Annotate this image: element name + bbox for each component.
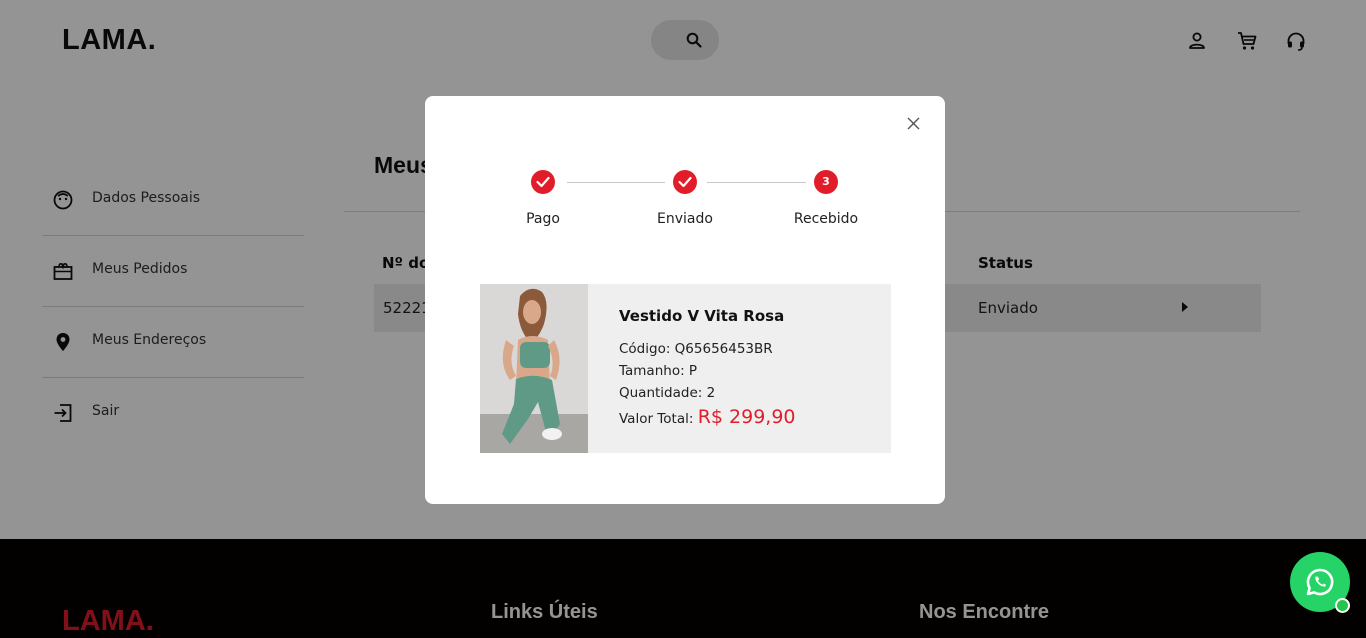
step-recebido: 3 Recebido: [766, 170, 886, 230]
total-label: Valor Total:: [619, 411, 694, 427]
product-quantity: Quantidade: 2: [619, 385, 716, 401]
product-total: Valor Total: R$ 299,90: [619, 406, 796, 428]
product-code: Código: Q65656453BR: [619, 341, 773, 357]
product-card: Vestido V Vita Rosa Código: Q65656453BR …: [480, 284, 891, 453]
close-button[interactable]: [903, 113, 925, 135]
product-image: [480, 284, 588, 453]
check-icon: [678, 176, 692, 188]
order-tracking-modal: Pago Enviado 3 Recebido Vestido V Vita R…: [425, 96, 945, 504]
step-label: Pago: [526, 211, 560, 227]
whatsapp-icon: [1306, 568, 1334, 596]
online-status-dot: [1335, 598, 1350, 613]
product-size: Tamanho: P: [619, 363, 698, 379]
total-price: R$ 299,90: [697, 406, 796, 428]
step-pago: Pago: [483, 170, 603, 230]
step-label: Recebido: [793, 211, 859, 227]
check-icon: [536, 176, 550, 188]
step-done-indicator: [531, 170, 555, 194]
step-number-indicator: 3: [814, 170, 838, 194]
close-icon: [907, 117, 920, 130]
step-done-indicator: [673, 170, 697, 194]
product-name: Vestido V Vita Rosa: [619, 307, 785, 325]
step-enviado: Enviado: [625, 170, 745, 230]
step-label: Enviado: [657, 211, 713, 227]
